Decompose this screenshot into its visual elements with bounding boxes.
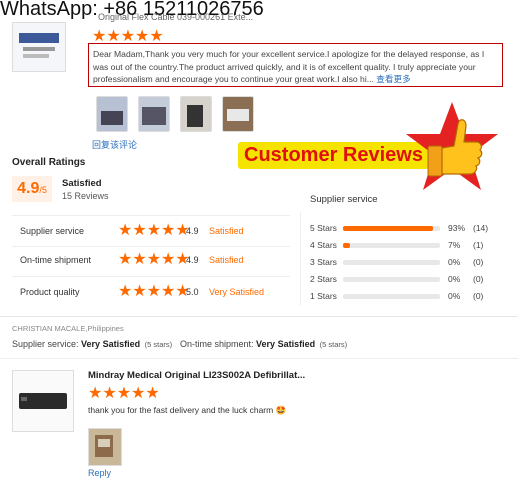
distribution-row-label: 4 Stars	[310, 240, 337, 250]
distribution-title: Supplier service	[310, 194, 378, 205]
distribution-divider	[300, 212, 301, 306]
distribution-row-count: (0)	[473, 274, 484, 284]
review-text-box: Dear Madam,Thank you very much for your …	[88, 43, 503, 87]
metric-status: Very Satisfied	[209, 287, 265, 297]
distribution-row-count: (14)	[473, 223, 489, 233]
review-more-link[interactable]: 查看更多	[376, 74, 410, 84]
distribution-bar-fill	[343, 243, 350, 248]
distribution-row-percent: 0%	[448, 257, 461, 267]
distribution-bar-track	[343, 226, 440, 231]
distribution-row-percent: 7%	[448, 240, 461, 250]
supplier-rating-stars: (5 stars)	[144, 340, 173, 349]
distribution-bar-track	[343, 260, 440, 265]
metric-label: On-time shipment	[20, 255, 92, 265]
shipment-rating-label: On-time shipment:	[180, 339, 254, 349]
review-image-4[interactable]	[222, 96, 254, 132]
distribution-row: 5 Stars 93% (14)	[310, 222, 510, 236]
distribution-row: 1 Stars 0% (0)	[310, 290, 510, 304]
metric-status: Satisfied	[209, 226, 244, 236]
supplier-rating-label: Supplier service:	[12, 339, 79, 349]
distribution-row-label: 1 Stars	[310, 291, 337, 301]
reviewer-supplier-rating: Supplier service: Very Satisfied (5 star…	[12, 339, 172, 349]
distribution-row-percent: 0%	[448, 291, 461, 301]
section-divider	[0, 316, 518, 317]
distribution-row-count: (0)	[473, 257, 484, 267]
thumbs-up-icon	[404, 100, 500, 196]
distribution-bar-track	[343, 243, 440, 248]
second-product-thumbnail[interactable]	[12, 370, 74, 432]
metric-stars: ★★★★★	[118, 283, 190, 300]
overall-status: Satisfied	[62, 178, 102, 189]
reviewer-shipment-rating: On-time shipment: Very Satisfied (5 star…	[180, 339, 347, 349]
metric-label: Supplier service	[20, 226, 85, 236]
review-image-3[interactable]	[180, 96, 212, 132]
distribution-row-label: 5 Stars	[310, 223, 337, 233]
shipment-rating-value: Very Satisfied	[256, 339, 316, 349]
review-image-2[interactable]	[138, 96, 170, 132]
metric-label: Product quality	[20, 287, 80, 297]
overall-review-count: 15 Reviews	[62, 191, 109, 201]
metric-value: 4.9	[186, 255, 199, 265]
metric-value: 5.0	[186, 287, 199, 297]
second-review-reply-link[interactable]: Reply	[88, 468, 111, 478]
metric-value: 4.9	[186, 226, 199, 236]
overall-ratings-heading: Overall Ratings	[12, 157, 86, 168]
supplier-rating-value: Very Satisfied	[81, 339, 141, 349]
product-thumbnail[interactable]	[12, 22, 66, 72]
reviewer-name: CHRISTIAN MACALE,Philippines	[12, 324, 124, 333]
distribution-row-label: 2 Stars	[310, 274, 337, 284]
distribution-row-label: 3 Stars	[310, 257, 337, 267]
metrics-row-shipment: On-time shipment ★★★★★ 4.9 Satisfied	[12, 246, 290, 276]
distribution-bar-track	[343, 294, 440, 299]
metrics-row-quality: Product quality ★★★★★ 5.0 Very Satisfied	[12, 276, 290, 307]
distribution-bar-fill	[343, 226, 433, 231]
distribution-bars: 5 Stars 93% (14) 4 Stars 7% (1) 3 Stars 0% (0) 2 …	[310, 222, 510, 306]
metric-stars: ★★★★★	[118, 222, 190, 239]
distribution-row: 2 Stars 0% (0)	[310, 273, 510, 287]
distribution-row-count: (1)	[473, 240, 484, 250]
section-divider-2	[0, 358, 518, 359]
metric-stars: ★★★★★	[118, 251, 190, 268]
overall-score-box: 4.9/5	[12, 176, 52, 202]
distribution-row-count: (0)	[473, 291, 484, 301]
distribution-row-percent: 0%	[448, 274, 461, 284]
distribution-bar-track	[343, 277, 440, 282]
distribution-row: 4 Stars 7% (1)	[310, 239, 510, 253]
overall-score: 4.9	[17, 180, 40, 197]
customer-reviews-badge-text: Customer Reviews	[238, 142, 429, 169]
watermark-text: WhatsApp: +86 15211026756	[0, 0, 264, 20]
overall-score-denominator: /5	[39, 185, 47, 195]
distribution-row-percent: 93%	[448, 223, 466, 233]
metrics-row-supplier: Supplier service ★★★★★ 4.9 Satisfied	[12, 215, 290, 247]
metric-status: Satisfied	[209, 255, 244, 265]
second-product-title[interactable]: Mindray Medical Original LI23S002A Defib…	[88, 370, 305, 381]
metrics-table: Supplier service ★★★★★ 4.9 Satisfied On-…	[12, 215, 290, 307]
reply-to-review-link[interactable]: 回复该评论	[92, 138, 137, 151]
shipment-rating-stars: (5 stars)	[319, 340, 348, 349]
second-review-stars: ★★★★★	[88, 385, 160, 402]
second-review-text: thank you for the fast delivery and the …	[88, 405, 287, 415]
review-image-1[interactable]	[96, 96, 128, 132]
review-text: Dear Madam,Thank you very much for your …	[93, 49, 485, 84]
distribution-row: 3 Stars 0% (0)	[310, 256, 510, 270]
second-review-image[interactable]	[88, 428, 122, 466]
